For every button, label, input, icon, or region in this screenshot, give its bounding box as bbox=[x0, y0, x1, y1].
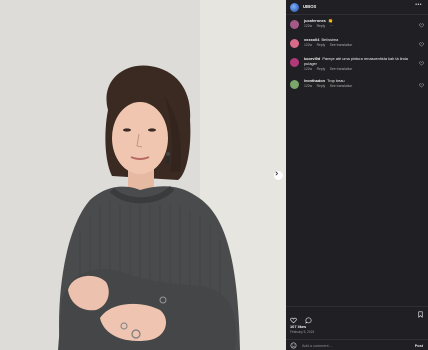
add-comment-input[interactable]: Add a comment... bbox=[302, 344, 332, 348]
commenter-avatar[interactable] bbox=[290, 20, 299, 29]
like-heart-icon[interactable] bbox=[290, 317, 297, 324]
comment-time[interactable]: 122w bbox=[304, 43, 312, 47]
post-date[interactable]: February 5, 2024 bbox=[290, 330, 314, 334]
reply-button[interactable]: Reply bbox=[317, 84, 326, 88]
comment-time[interactable]: 122w bbox=[304, 24, 312, 28]
post-footer: 107 likes February 5, 2024 Add a comment… bbox=[286, 306, 428, 350]
heart-icon[interactable] bbox=[419, 61, 424, 66]
reply-button[interactable]: Reply bbox=[317, 67, 326, 71]
commenter-avatar[interactable] bbox=[290, 58, 299, 67]
post-sidebar: UBIOS ••• jucafernnes 👏 122w Reply ··· x… bbox=[286, 0, 428, 350]
emoji-icon[interactable] bbox=[290, 342, 297, 349]
reply-button[interactable]: Reply bbox=[317, 24, 326, 28]
see-translation-link[interactable]: See translation bbox=[330, 43, 353, 47]
heart-icon[interactable] bbox=[419, 42, 424, 47]
comment-item: leonthadon Trop beau 122w Reply See tran… bbox=[286, 78, 428, 90]
comment-item: xxxxo04 Belíssima 122w Reply See transla… bbox=[286, 37, 428, 49]
bookmark-icon[interactable] bbox=[417, 311, 424, 318]
author-avatar[interactable] bbox=[290, 3, 299, 12]
comment-text: Trop beau bbox=[326, 78, 345, 84]
see-translation-link[interactable]: See translation bbox=[330, 67, 353, 71]
comment-username[interactable]: xxxxo04 bbox=[304, 37, 319, 42]
comments-list: jucafernnes 👏 122w Reply ··· xxxxo04 Bel… bbox=[286, 18, 428, 97]
comment-time[interactable]: 122w bbox=[304, 67, 312, 71]
portrait-image bbox=[0, 0, 286, 350]
like-count[interactable]: 107 likes bbox=[290, 324, 306, 329]
add-comment-bar: Add a comment... Post bbox=[286, 339, 428, 350]
heart-icon[interactable] bbox=[419, 23, 424, 28]
comment-text: Belíssima bbox=[321, 37, 339, 42]
comment-username[interactable]: jucafernnes bbox=[304, 18, 326, 23]
next-image-button[interactable] bbox=[274, 171, 283, 180]
author-username[interactable]: UBIOS bbox=[303, 4, 316, 9]
chevron-right-icon bbox=[275, 171, 279, 176]
heart-icon[interactable] bbox=[419, 83, 424, 88]
more-options-icon[interactable]: ••• bbox=[415, 2, 422, 8]
post-comment-button[interactable]: Post bbox=[415, 344, 423, 348]
comment-text: 👏 bbox=[327, 18, 333, 23]
comment-options-icon[interactable]: ··· bbox=[330, 24, 333, 28]
post-photo bbox=[0, 0, 286, 350]
post-header: UBIOS ••• bbox=[286, 0, 428, 15]
comment-item: jucafernnes 👏 122w Reply ··· bbox=[286, 18, 428, 30]
see-translation-link[interactable]: See translation bbox=[330, 84, 353, 88]
commenter-avatar[interactable] bbox=[290, 39, 299, 48]
comment-bubble-icon[interactable] bbox=[305, 317, 312, 324]
comment-username[interactable]: leonthadon bbox=[304, 78, 325, 83]
reply-button[interactable]: Reply bbox=[317, 43, 326, 47]
comment-time[interactable]: 122w bbox=[304, 84, 312, 88]
comment-item: koorvl9d Pareçe até uma pintura renascen… bbox=[286, 56, 428, 71]
commenter-avatar[interactable] bbox=[290, 80, 299, 90]
